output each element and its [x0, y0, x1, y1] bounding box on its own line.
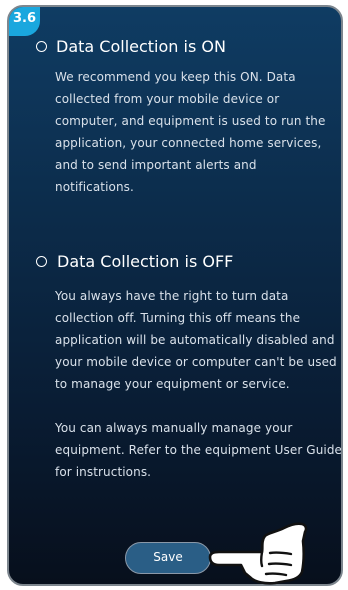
option-off-title: Data Collection is OFF — [57, 252, 234, 271]
option-off-text-1: You always have the right to turn data c… — [55, 289, 337, 391]
pointing-hand-icon — [208, 522, 308, 585]
option-off-header[interactable]: Data Collection is OFF — [36, 252, 233, 271]
option-off-description: You always have the right to turn data c… — [55, 285, 343, 483]
option-on-description: We recommend you keep this ON. Data coll… — [55, 66, 335, 198]
save-button[interactable]: Save — [125, 542, 211, 574]
data-collection-panel: 3.6 Data Collection is ON We recommend y… — [7, 5, 343, 586]
option-on-header[interactable]: Data Collection is ON — [36, 37, 226, 56]
option-off-text-2: You can always manually manage your equi… — [55, 421, 343, 479]
option-on-text: We recommend you keep this ON. Data coll… — [55, 70, 326, 194]
radio-on-icon[interactable] — [36, 41, 47, 52]
radio-off-icon[interactable] — [36, 256, 47, 267]
step-number-badge: 3.6 — [9, 7, 40, 36]
option-on-title: Data Collection is ON — [56, 37, 226, 56]
